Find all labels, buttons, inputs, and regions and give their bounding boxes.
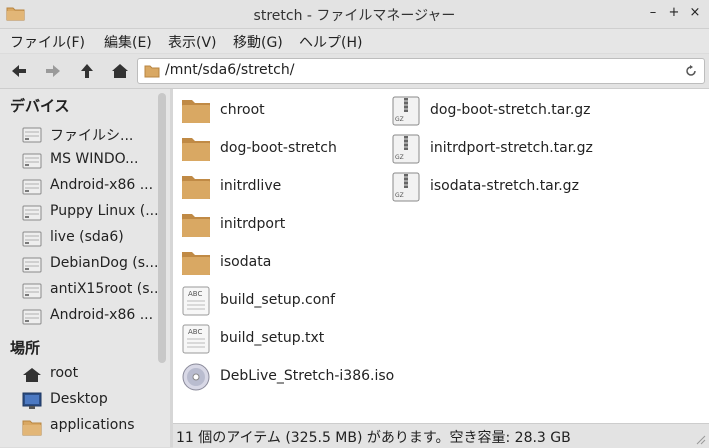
desktop-icon bbox=[22, 392, 42, 409]
reload-icon[interactable] bbox=[684, 64, 698, 78]
status-bar: 11 個のアイテム (325.5 MB) があります。空き容量: 28.3 GB bbox=[173, 423, 709, 448]
drive-icon bbox=[22, 231, 42, 247]
file-name: dog-boot-stretch bbox=[220, 140, 337, 156]
sidebar-item-label: live (sda6) bbox=[50, 229, 124, 245]
sidebar-item-device[interactable]: Puppy Linux (... bbox=[20, 201, 159, 225]
back-arrow-icon[interactable] bbox=[10, 62, 28, 80]
sidebar-item-label: ファイルシ... bbox=[50, 128, 134, 144]
status-text: 11 個のアイテム (325.5 MB) があります。空き容量: 28.3 GB bbox=[176, 430, 571, 446]
drive-icon bbox=[22, 127, 42, 143]
archive-icon: GZ bbox=[392, 134, 420, 164]
title-bar: stretch - ファイルマネージャー – + × bbox=[0, 0, 709, 29]
sidebar-scrollbar[interactable] bbox=[158, 93, 166, 363]
file-name: DebLive_Stretch-i386.iso bbox=[220, 368, 395, 384]
toolbar bbox=[0, 54, 709, 89]
sidebar-item-label: MS WINDO... bbox=[50, 151, 139, 167]
sidebar: デバイス ファイルシ... MS WINDO... Android-x86 ... P… bbox=[0, 89, 170, 447]
location-bar[interactable] bbox=[137, 58, 705, 84]
file-name: isodata bbox=[220, 254, 272, 270]
menu-view[interactable]: 表示(V) bbox=[168, 32, 217, 52]
home-icon bbox=[23, 368, 41, 382]
text-file-icon: ABC bbox=[182, 286, 210, 316]
sidebar-item-label: Puppy Linux (... bbox=[50, 203, 159, 219]
file-name: initrdport bbox=[220, 216, 286, 232]
sidebar-item-device[interactable]: Android-x86 ... bbox=[20, 305, 155, 329]
file-name: isodata-stretch.tar.gz bbox=[430, 178, 579, 194]
file-view: chroot dog-boot-stretch initrdlive initrdpo… bbox=[173, 89, 709, 423]
sidebar-item-root[interactable]: root bbox=[20, 363, 155, 387]
sidebar-item-label: Android-x86 ... bbox=[50, 177, 154, 193]
sidebar-item-label: antiX15root (s... bbox=[50, 281, 163, 297]
resize-grip-icon[interactable] bbox=[696, 435, 706, 445]
file-name: build_setup.conf bbox=[220, 292, 336, 308]
svg-text:ABC: ABC bbox=[188, 328, 202, 336]
sidebar-item-device[interactable]: live (sda6) bbox=[20, 227, 155, 251]
home-icon[interactable] bbox=[111, 62, 129, 80]
folder-icon bbox=[182, 252, 210, 275]
menu-bar: ファイル(F) 編集(E) 表示(V) 移動(G) ヘルプ(H) bbox=[0, 29, 709, 53]
minimize-button[interactable]: – bbox=[644, 4, 662, 22]
window-title: stretch - ファイルマネージャー bbox=[253, 8, 456, 24]
drive-icon bbox=[22, 283, 42, 299]
sidebar-item-device[interactable]: ファイルシ... bbox=[20, 123, 155, 147]
folder-icon bbox=[22, 420, 42, 436]
sidebar-item-device[interactable]: DebianDog (s... bbox=[20, 253, 159, 277]
svg-text:GZ: GZ bbox=[395, 192, 404, 199]
sidebar-item-label: Desktop bbox=[50, 391, 108, 407]
text-file-icon: ABC bbox=[182, 324, 210, 354]
drive-icon bbox=[22, 153, 42, 169]
sidebar-item-desktop[interactable]: Desktop bbox=[20, 389, 155, 413]
menu-edit[interactable]: 編集(E) bbox=[104, 32, 152, 52]
sidebar-item-device[interactable]: antiX15root (s... bbox=[20, 279, 163, 303]
folder-icon bbox=[182, 138, 210, 161]
devices-header: デバイス bbox=[10, 97, 70, 115]
sidebar-item-device[interactable]: MS WINDO... bbox=[20, 149, 155, 173]
drive-icon bbox=[22, 257, 42, 273]
sidebar-item-device[interactable]: Android-x86 ... bbox=[20, 175, 155, 199]
folder-icon bbox=[182, 214, 210, 237]
folder-icon bbox=[182, 176, 210, 199]
drive-icon bbox=[22, 309, 42, 325]
archive-icon: GZ bbox=[392, 96, 420, 126]
file-name: dog-boot-stretch.tar.gz bbox=[430, 102, 591, 118]
svg-text:GZ: GZ bbox=[395, 154, 404, 161]
disc-image-icon bbox=[182, 363, 210, 391]
maximize-button[interactable]: + bbox=[665, 4, 683, 22]
menu-go[interactable]: 移動(G) bbox=[233, 32, 283, 52]
folder-icon bbox=[182, 100, 210, 123]
sidebar-item-label: applications bbox=[50, 417, 135, 433]
sidebar-item-label: root bbox=[50, 365, 79, 381]
path-input[interactable] bbox=[165, 62, 665, 78]
forward-arrow-icon[interactable] bbox=[44, 62, 62, 80]
svg-text:GZ: GZ bbox=[395, 116, 404, 123]
file-name: initrdlive bbox=[220, 178, 282, 194]
drive-icon bbox=[22, 205, 42, 221]
folder-icon bbox=[144, 65, 160, 78]
places-header: 場所 bbox=[10, 339, 41, 357]
file-name: chroot bbox=[220, 102, 265, 118]
drive-icon bbox=[22, 179, 42, 195]
close-button[interactable]: × bbox=[686, 4, 704, 22]
svg-text:ABC: ABC bbox=[188, 290, 202, 298]
sidebar-item-label: Android-x86 ... bbox=[50, 307, 154, 323]
file-name: build_setup.txt bbox=[220, 330, 325, 346]
file-name: initrdport-stretch.tar.gz bbox=[430, 140, 593, 156]
archive-icon: GZ bbox=[392, 172, 420, 202]
menu-help[interactable]: ヘルプ(H) bbox=[299, 32, 362, 52]
menu-file[interactable]: ファイル(F) bbox=[10, 32, 85, 52]
up-arrow-icon[interactable] bbox=[78, 62, 96, 80]
sidebar-item-label: DebianDog (s... bbox=[50, 255, 159, 271]
sidebar-item-applications[interactable]: applications bbox=[20, 415, 155, 439]
